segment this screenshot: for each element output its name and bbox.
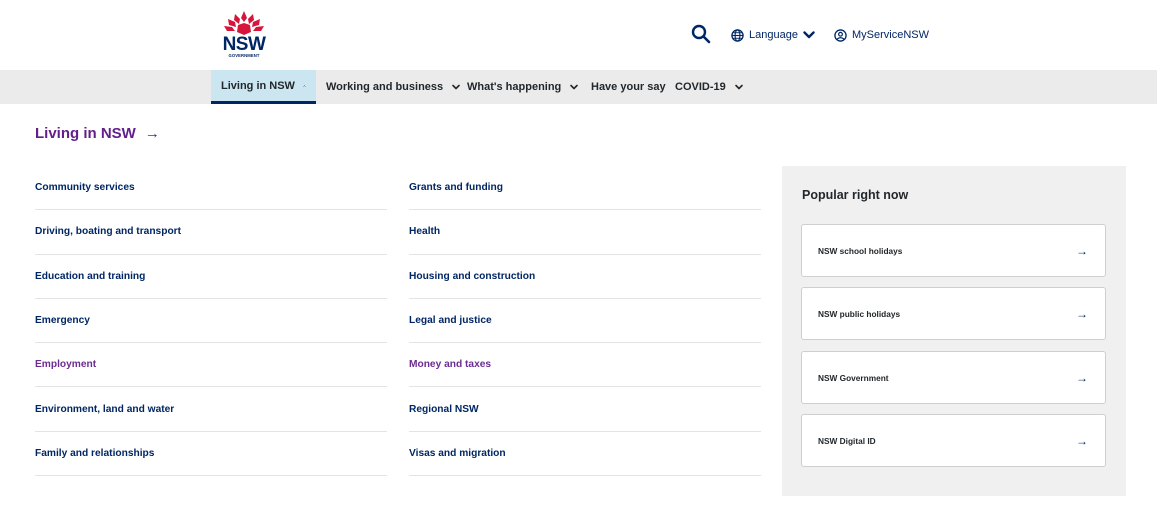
menu-links-right-column: Grants and funding Health Housing and co… xyxy=(409,166,761,477)
chevron-down-icon xyxy=(570,84,579,90)
language-selector[interactable]: Language xyxy=(731,25,815,45)
popular-card-nsw-government[interactable]: NSW Government → xyxy=(801,351,1106,404)
nav-item-label: Working and business xyxy=(326,81,444,93)
user-icon xyxy=(834,28,847,42)
menu-link-legal-justice[interactable]: Legal and justice xyxy=(409,299,761,344)
menu-link-regional-nsw[interactable]: Regional NSW xyxy=(409,387,761,432)
logo-subtext: GOVERNMENT xyxy=(228,53,260,58)
menu-link-visas-migration[interactable]: Visas and migration xyxy=(409,432,761,477)
nsw-government-logo[interactable]: NSW GOVERNMENT xyxy=(220,10,268,60)
arrow-right-icon: → xyxy=(1076,243,1088,258)
nav-item-living-in-nsw[interactable]: Living in NSW xyxy=(211,70,316,104)
menu-link-grants-funding[interactable]: Grants and funding xyxy=(409,166,761,211)
account-label: MyServiceNSW xyxy=(852,29,930,41)
popular-card-label: NSW Government xyxy=(818,372,889,383)
waratah-icon xyxy=(224,11,264,35)
nav-item-label: Have your say xyxy=(591,81,666,93)
nav-item-label: Living in NSW xyxy=(221,79,295,92)
menu-link-family-relationships[interactable]: Family and relationships xyxy=(35,432,387,477)
menu-link-community-services[interactable]: Community services xyxy=(35,166,387,211)
chevron-down-icon xyxy=(803,31,815,39)
chevron-down-icon xyxy=(452,84,460,90)
menu-link-emergency[interactable]: Emergency xyxy=(35,299,387,344)
popular-title: Popular right now xyxy=(802,188,909,202)
chevron-up-icon xyxy=(303,84,306,87)
menu-link-housing-construction[interactable]: Housing and construction xyxy=(409,255,761,299)
language-label: Language xyxy=(749,29,798,41)
nav-item-have-your-say[interactable]: Have your say xyxy=(591,70,666,104)
menu-link-employment[interactable]: Employment xyxy=(35,343,387,388)
site-header: NSW GOVERNMENT Language MyServiceNSW xyxy=(0,0,1157,70)
popular-card-label: NSW Digital ID xyxy=(818,435,876,446)
chevron-down-icon xyxy=(734,84,743,90)
logo-wordmark: NSW xyxy=(222,34,266,55)
menu-link-education-training[interactable]: Education and training xyxy=(35,255,387,299)
popular-card-label: NSW public holidays xyxy=(818,308,901,319)
menu-links-left-column: Community services Driving, boating and … xyxy=(35,166,387,477)
popular-card-public-holidays[interactable]: NSW public holidays → xyxy=(801,287,1106,340)
menu-link-environment-land-water[interactable]: Environment, land and water xyxy=(35,387,387,432)
search-icon xyxy=(691,24,711,44)
popular-right-now-panel: Popular right now NSW school holidays → … xyxy=(782,166,1126,496)
arrow-right-icon: → xyxy=(1076,433,1088,448)
nav-item-working-and-business[interactable]: Working and business xyxy=(326,70,461,104)
arrow-right-icon: → xyxy=(1076,306,1088,321)
nav-item-whats-happening[interactable]: What's happening xyxy=(467,70,579,104)
arrow-right-icon: → xyxy=(144,125,160,142)
popular-card-label: NSW school holidays xyxy=(818,245,903,256)
menu-section-title: Living in NSW xyxy=(35,125,136,142)
search-button[interactable] xyxy=(691,24,711,44)
myservicensw-link[interactable]: MyServiceNSW xyxy=(834,25,929,45)
menu-link-health[interactable]: Health xyxy=(409,210,761,255)
nav-item-label: COVID-19 xyxy=(675,81,726,93)
menu-link-money-taxes[interactable]: Money and taxes xyxy=(409,343,761,388)
nav-item-label: What's happening xyxy=(467,81,562,93)
globe-icon xyxy=(731,28,744,42)
popular-card-digital-id[interactable]: NSW Digital ID → xyxy=(801,414,1106,467)
arrow-right-icon: → xyxy=(1076,370,1088,385)
popular-card-school-holidays[interactable]: NSW school holidays → xyxy=(801,224,1106,277)
nav-item-covid-19[interactable]: COVID-19 xyxy=(675,70,744,104)
menu-link-driving-boating-transport[interactable]: Driving, boating and transport xyxy=(35,210,387,255)
menu-section-title-link[interactable]: Living in NSW → xyxy=(35,125,160,142)
main-navigation: Living in NSW Working and business What'… xyxy=(0,70,1157,104)
